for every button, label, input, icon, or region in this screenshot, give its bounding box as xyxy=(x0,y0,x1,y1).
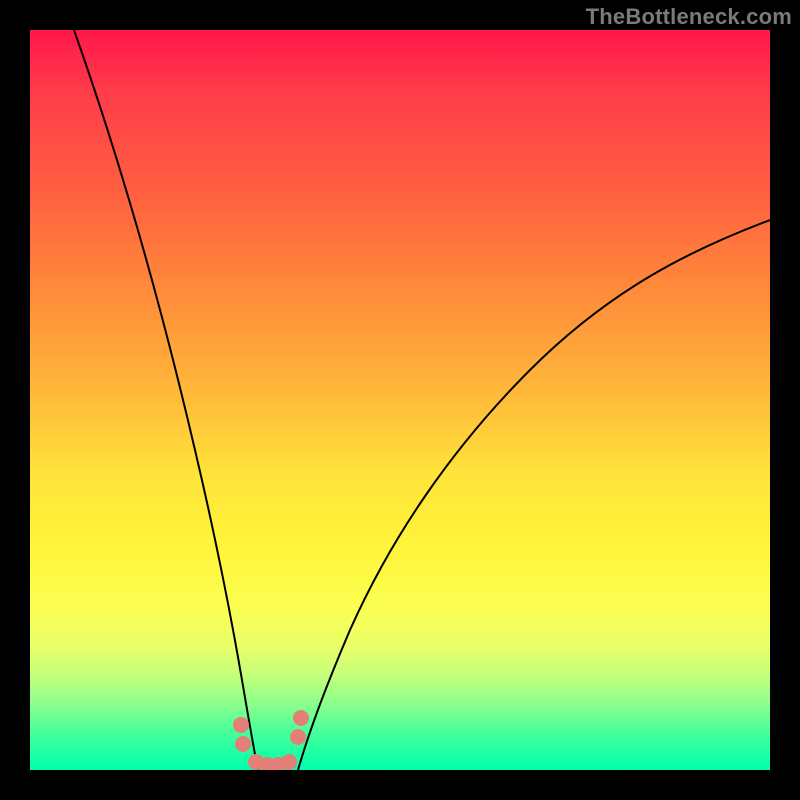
marker-dot xyxy=(293,710,309,726)
marker-dot xyxy=(235,736,251,752)
marker-dot xyxy=(281,754,297,770)
chart-frame: TheBottleneck.com xyxy=(0,0,800,800)
plot-area xyxy=(30,30,770,770)
curves-svg xyxy=(30,30,770,770)
curve-left-branch xyxy=(74,30,258,770)
marker-cluster xyxy=(233,710,309,770)
curve-right-branch xyxy=(298,220,770,770)
marker-dot xyxy=(290,729,306,745)
marker-dot xyxy=(233,717,249,733)
watermark-text: TheBottleneck.com xyxy=(586,4,792,30)
